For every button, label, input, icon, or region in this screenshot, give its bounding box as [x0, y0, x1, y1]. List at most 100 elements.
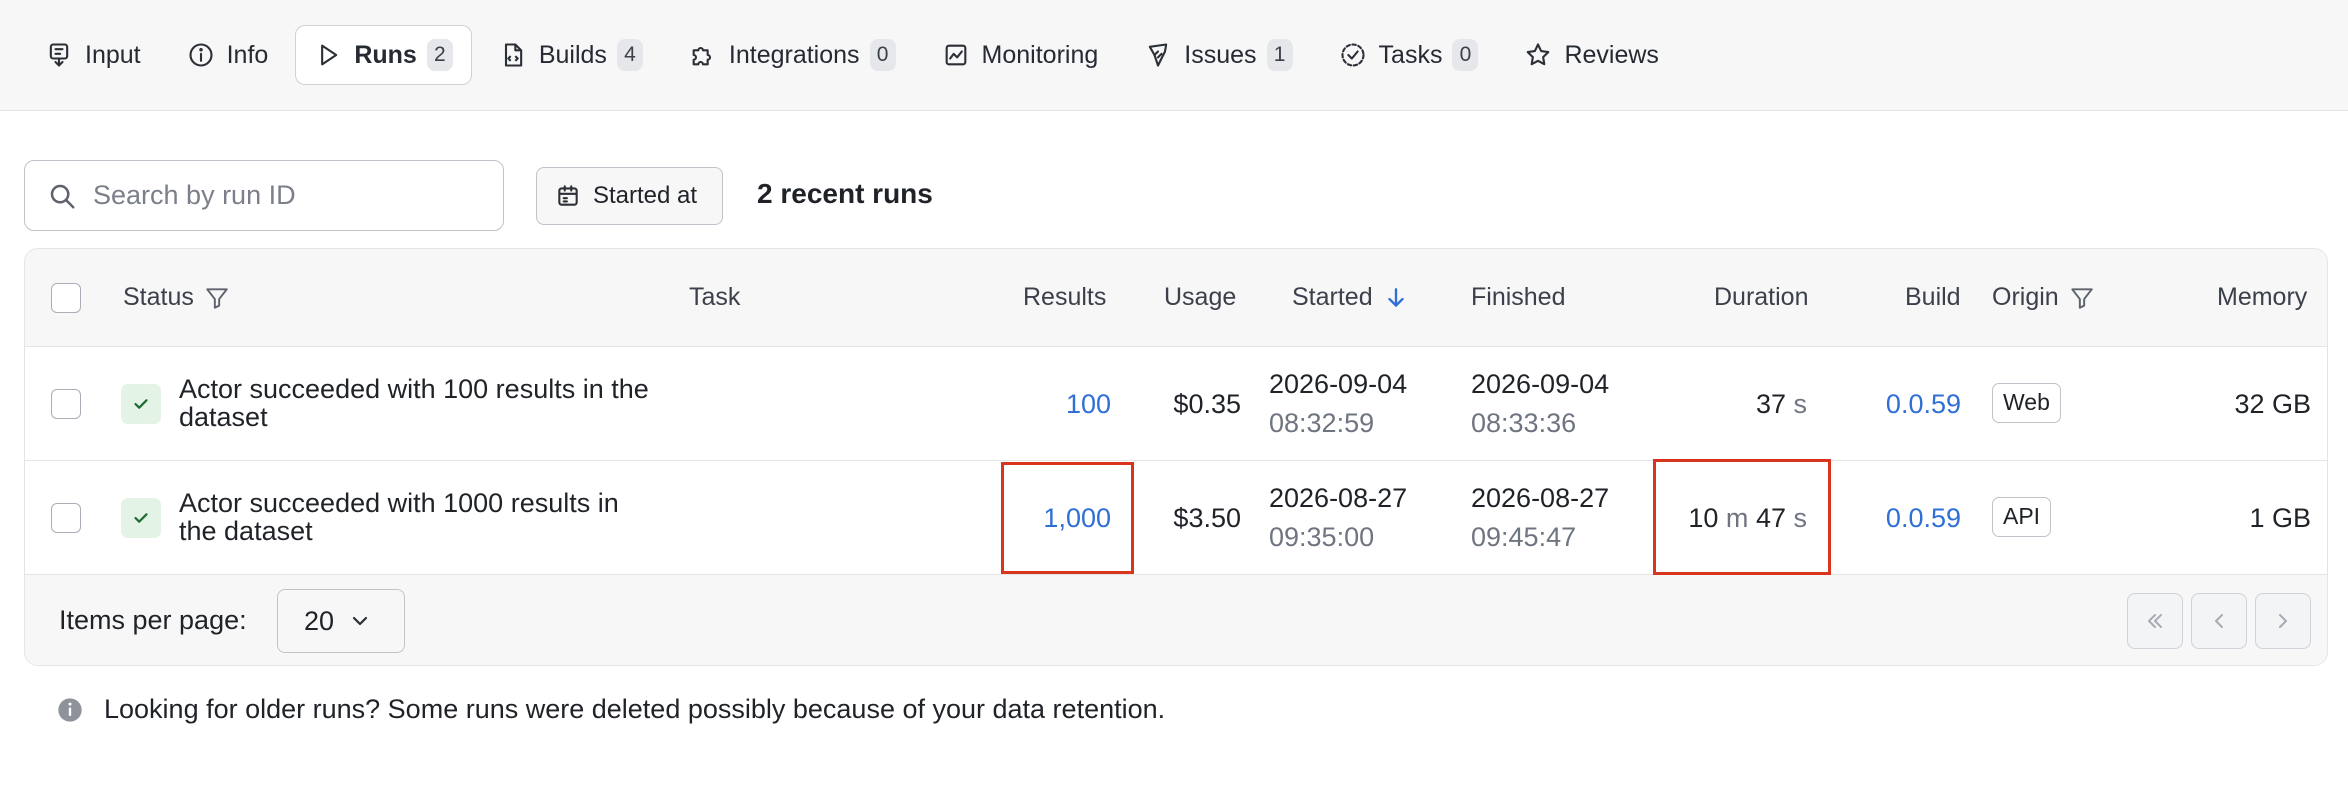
chevron-right-icon	[2279, 614, 2287, 628]
duration-unit-s: s	[1793, 389, 1808, 419]
chevrons-left-icon	[2148, 614, 2162, 628]
tab-count-badge: 0	[869, 39, 896, 71]
header-duration-label: Duration	[1714, 283, 1809, 311]
header-task-label: Task	[689, 283, 741, 311]
search-icon	[50, 184, 75, 208]
tab-label: Integrations	[728, 40, 860, 69]
tab-label: Reviews	[1564, 40, 1659, 69]
search-input[interactable]	[93, 180, 473, 211]
run-status-text: Actor succeeded with 1000 results in the…	[179, 488, 619, 546]
table-row[interactable]: Actor succeeded with 100 results in the …	[25, 347, 2327, 461]
run-build-link[interactable]: 0.0.59	[1886, 503, 1961, 534]
previous-page-button[interactable]	[2191, 593, 2247, 649]
tab-label: Runs	[354, 40, 417, 69]
run-usage: $0.35	[1173, 389, 1241, 419]
header-usage: Usage	[1164, 283, 1236, 312]
tab-builds[interactable]: Builds 4	[480, 25, 662, 85]
tab-label: Builds	[538, 40, 607, 69]
run-memory: 32 GB	[2234, 389, 2311, 419]
header-results-label: Results	[1023, 283, 1107, 311]
filter-icon[interactable]	[2069, 285, 2095, 311]
header-results: Results	[1023, 283, 1106, 312]
tab-info[interactable]: Info	[168, 25, 288, 85]
file-icon	[504, 43, 523, 67]
run-finished-date: 2026-08-27	[1471, 483, 1610, 513]
run-memory: 1 GB	[2249, 503, 2311, 533]
chart-icon	[945, 44, 966, 66]
play-icon	[321, 44, 338, 66]
filter-icon[interactable]	[204, 285, 230, 311]
header-task: Task	[689, 283, 740, 312]
table-row[interactable]: Actor succeeded with 1000 results in the…	[25, 459, 2327, 575]
puzzle-icon	[692, 46, 711, 66]
header-status[interactable]: Status	[123, 283, 230, 312]
tab-label: Info	[226, 40, 269, 69]
run-finished-date: 2026-09-04	[1471, 369, 1610, 399]
calendar-icon	[558, 185, 578, 206]
tab-count-badge: 4	[616, 39, 643, 71]
info-icon	[189, 43, 213, 67]
run-usage: $3.50	[1173, 503, 1241, 533]
sort-descending-icon[interactable]	[1383, 285, 1409, 311]
header-build-label: Build	[1905, 283, 1961, 311]
run-started: 2026-09-04 08:32:59	[1269, 365, 1407, 443]
tab-label: Tasks	[1378, 40, 1443, 69]
run-finished-time: 09:45:47	[1471, 522, 1577, 552]
tab-bar: Input Info Runs 2 Builds 4 Integrations …	[0, 0, 2348, 111]
chevron-down-icon	[352, 616, 368, 626]
tab-tasks[interactable]: Tasks 0	[1320, 25, 1498, 85]
run-finished-time: 08:33:36	[1471, 408, 1577, 438]
run-started-time: 09:35:00	[1269, 522, 1375, 552]
results-highlight-box	[1001, 462, 1134, 574]
run-finished: 2026-08-27 09:45:47	[1471, 479, 1609, 557]
tab-monitoring[interactable]: Monitoring	[923, 25, 1118, 85]
run-duration: 37 s	[1756, 389, 1807, 420]
items-per-page-value: 20	[304, 605, 335, 636]
items-per-page-select[interactable]: 20	[277, 589, 405, 653]
star-icon	[1527, 43, 1550, 66]
origin-badge: Web	[1992, 383, 2061, 423]
task-icon	[1340, 43, 1365, 67]
run-results-link[interactable]: 100	[1066, 389, 1111, 420]
header-memory: Memory	[2217, 283, 2307, 312]
tab-label: Issues	[1184, 40, 1257, 69]
search-box[interactable]	[24, 160, 504, 231]
row-checkbox[interactable]	[51, 389, 81, 419]
origin-badge: API	[1992, 497, 2052, 537]
run-finished: 2026-09-04 08:33:36	[1471, 365, 1609, 443]
header-finished: Finished	[1471, 283, 1566, 312]
run-build-link[interactable]: 0.0.59	[1886, 389, 1961, 420]
success-icon	[121, 498, 161, 538]
header-origin[interactable]: Origin	[1992, 283, 2095, 312]
tab-issues[interactable]: Issues 1	[1125, 25, 1311, 85]
run-started: 2026-08-27 09:35:00	[1269, 479, 1407, 557]
header-finished-label: Finished	[1471, 283, 1566, 311]
table-header: Status Task Results Usage Started Finish…	[25, 249, 2327, 347]
header-build: Build	[1905, 283, 1961, 312]
run-started-date: 2026-08-27	[1269, 483, 1408, 513]
header-usage-label: Usage	[1164, 283, 1237, 311]
bug-icon	[1149, 43, 1168, 67]
table-footer: Items per page: 20	[25, 575, 2327, 665]
header-started[interactable]: Started	[1292, 283, 1409, 312]
duration-seconds: 37	[1755, 389, 1786, 419]
info-icon	[58, 697, 82, 722]
select-all-checkbox[interactable]	[51, 283, 81, 313]
recent-runs-count: 2 recent runs	[757, 178, 933, 209]
header-status-label: Status	[123, 283, 194, 311]
items-per-page-label: Items per page:	[59, 605, 247, 635]
tab-runs[interactable]: Runs 2	[295, 25, 472, 85]
started-at-filter-button[interactable]: Started at	[536, 167, 723, 225]
retention-note-text: Looking for older runs? Some runs were d…	[104, 694, 1166, 724]
next-page-button[interactable]	[2255, 593, 2311, 649]
chevron-left-icon	[2215, 614, 2223, 628]
header-origin-label: Origin	[1992, 283, 2059, 311]
tab-reviews[interactable]: Reviews	[1505, 25, 1677, 85]
header-started-label: Started	[1292, 283, 1373, 311]
tab-input[interactable]: Input	[26, 25, 160, 85]
tab-count-badge: 1	[1266, 39, 1293, 71]
row-checkbox[interactable]	[51, 503, 81, 533]
first-page-button[interactable]	[2127, 593, 2183, 649]
tab-integrations[interactable]: Integrations 0	[670, 25, 915, 85]
tab-label: Monitoring	[981, 40, 1099, 69]
